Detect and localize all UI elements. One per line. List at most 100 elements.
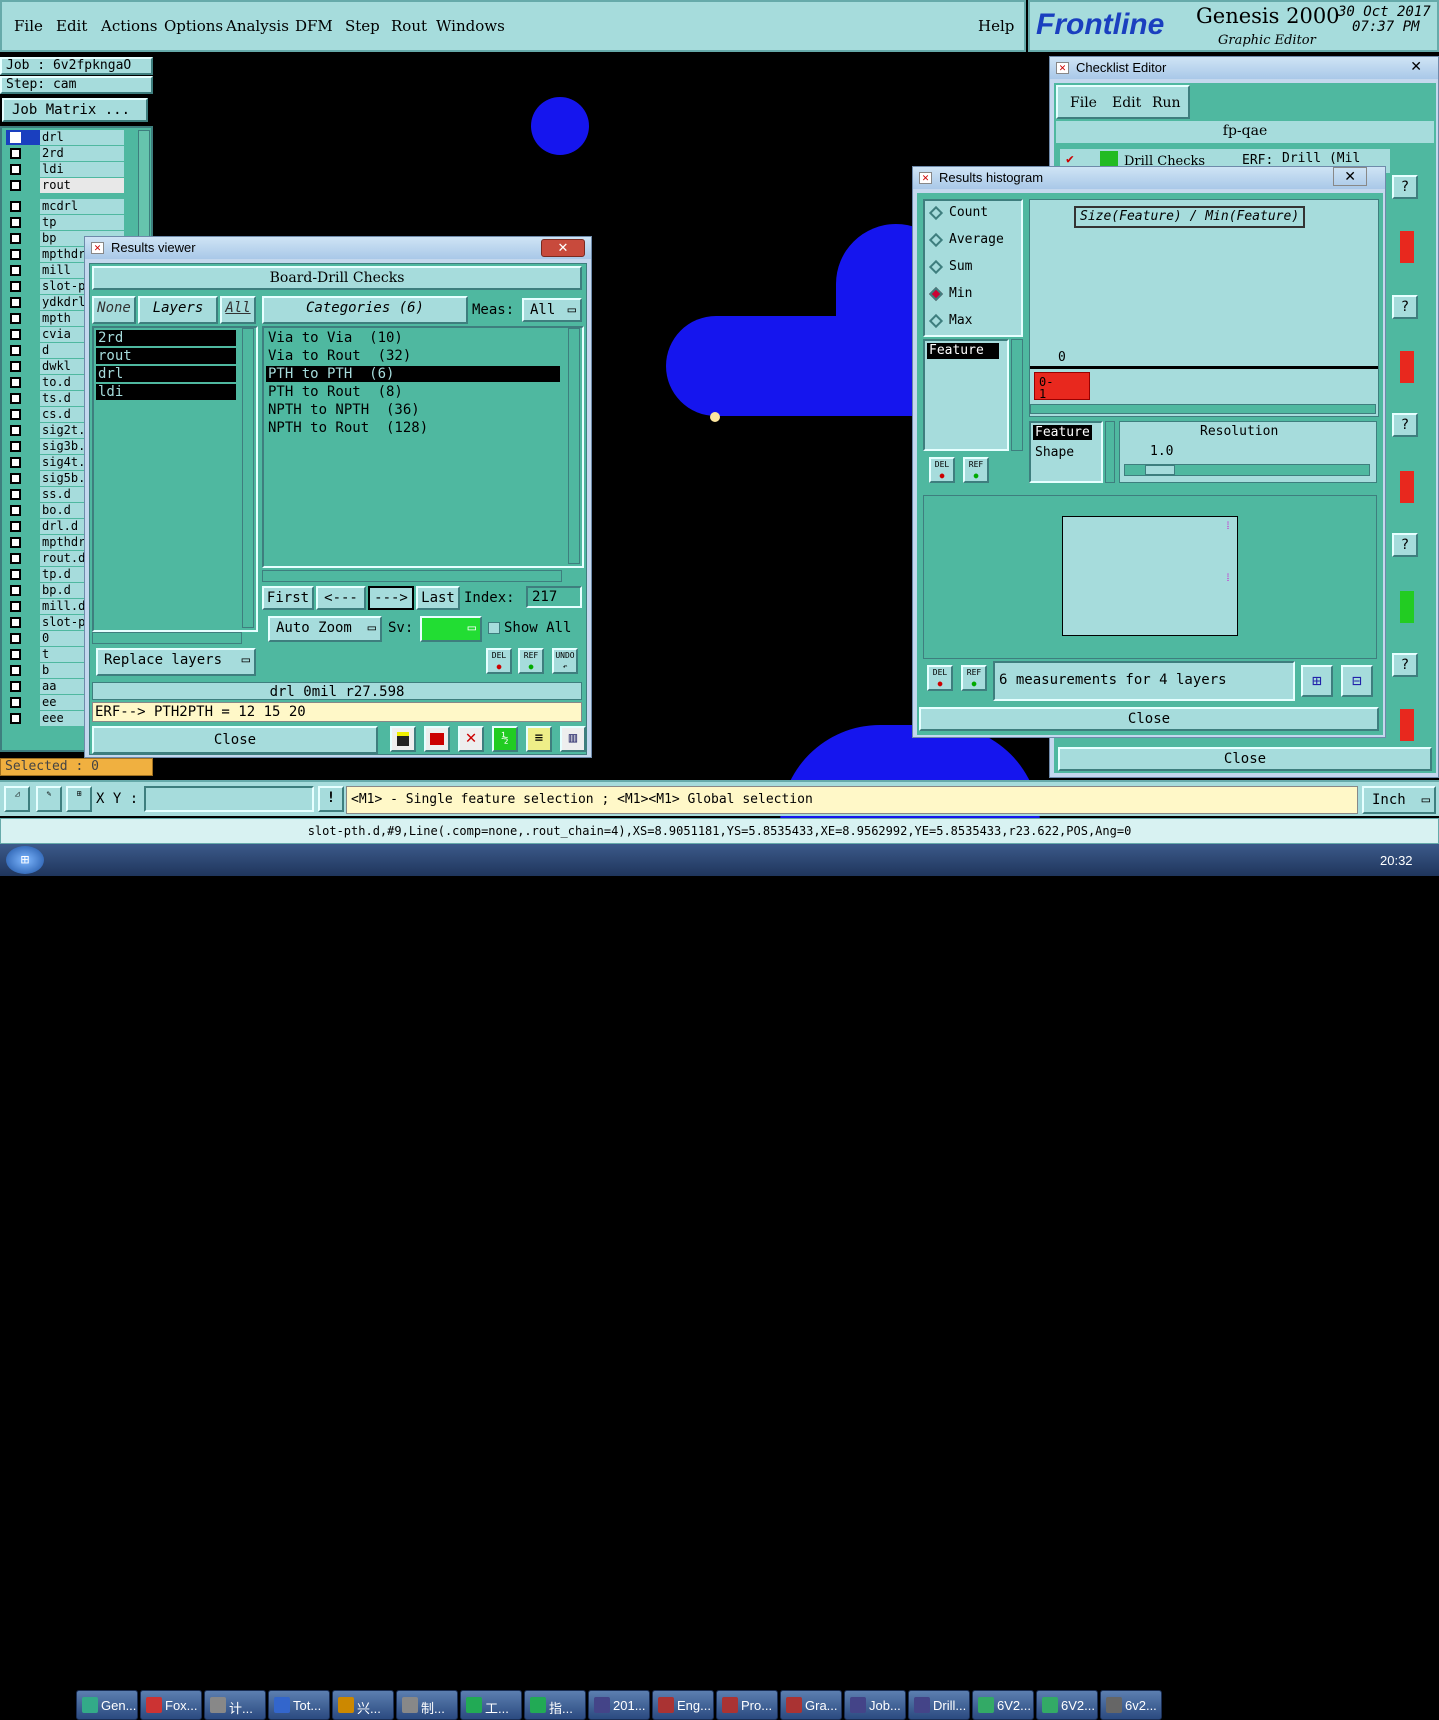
job-matrix-button[interactable]: Job Matrix ... [2, 98, 148, 122]
layer-list-scrollbar[interactable] [242, 328, 254, 628]
layer-checkbox[interactable] [10, 425, 21, 436]
prev-button[interactable]: <--- [316, 586, 366, 610]
histogram-icon[interactable]: ▥ [560, 726, 586, 752]
layer-checkbox[interactable] [10, 180, 21, 191]
taskbar-item[interactable]: Fox... [140, 1690, 202, 1720]
layer-checkbox[interactable] [10, 281, 21, 292]
sv-color-dropdown[interactable]: ▭ [420, 616, 482, 642]
layer-checkbox[interactable] [10, 164, 21, 175]
replace-layers-dropdown[interactable]: Replace layers ▭ [96, 648, 256, 676]
layer-checkbox[interactable] [10, 441, 21, 452]
radio-icon[interactable] [928, 259, 944, 275]
layer-checkbox[interactable] [10, 345, 21, 356]
menu-edit[interactable]: Edit [56, 17, 87, 35]
layer-checkbox[interactable] [10, 457, 21, 468]
taskbar-item[interactable]: 指... [524, 1690, 586, 1720]
taskbar-item[interactable]: Job... [844, 1690, 906, 1720]
xy-input[interactable] [144, 786, 314, 812]
layer-checkbox[interactable] [10, 585, 21, 596]
close-icon[interactable]: ✕ [1333, 167, 1367, 186]
layer-checkbox[interactable] [10, 217, 21, 228]
resolution-slider[interactable] [1124, 464, 1370, 476]
menu-file[interactable]: File [14, 17, 43, 35]
start-icon[interactable]: ⊞ [6, 846, 44, 874]
layer-checkbox[interactable] [10, 633, 21, 644]
layer-checkbox[interactable] [10, 553, 21, 564]
layer-row[interactable]: ldi [6, 162, 124, 177]
layer-hscroll[interactable] [92, 632, 242, 644]
layer-row[interactable]: rout [6, 178, 124, 193]
layer-checkbox[interactable] [10, 377, 21, 388]
layer-checkbox[interactable] [10, 265, 21, 276]
taskbar-item[interactable]: Gra... [780, 1690, 842, 1720]
slider-thumb[interactable] [1145, 465, 1175, 475]
help-button-5[interactable]: ? [1392, 653, 1418, 677]
feature-item[interactable]: Feature [927, 343, 999, 359]
layer-checkbox[interactable] [10, 537, 21, 548]
measure-icon[interactable]: ✎ [36, 786, 62, 812]
side-scrollbar[interactable] [1105, 421, 1115, 483]
taskbar-item[interactable]: 兴... [332, 1690, 394, 1720]
layer-checkbox[interactable] [10, 313, 21, 324]
snap-icon[interactable]: ◿ [4, 786, 30, 812]
one-two-icon[interactable]: ½ [492, 726, 518, 752]
checklist-close-button[interactable]: Close [1058, 747, 1432, 771]
hist-del-icon[interactable]: DEL ● [929, 457, 955, 483]
layer-checkbox[interactable] [10, 329, 21, 340]
radio-icon[interactable] [928, 286, 944, 302]
last-button[interactable]: Last [416, 586, 460, 610]
cl-menu-edit[interactable]: Edit [1112, 95, 1141, 111]
first-button[interactable]: First [262, 586, 314, 610]
layer-checkbox[interactable] [10, 148, 21, 159]
meas-dropdown[interactable]: All ▭ [522, 298, 582, 322]
report-icon[interactable]: ≡ [526, 726, 552, 752]
menu-actions[interactable]: Actions [101, 17, 157, 35]
radio-icon[interactable] [928, 232, 944, 248]
layers-button[interactable]: Layers [138, 296, 218, 324]
taskbar-item[interactable]: 工... [460, 1690, 522, 1720]
category-item[interactable]: PTH to Rout (8) [266, 384, 560, 400]
histogram-close-button[interactable]: Close [919, 707, 1379, 731]
taskbar-item[interactable]: Gen... [76, 1690, 138, 1720]
layer-row[interactable]: drl [6, 130, 124, 145]
stat-option-average[interactable]: Average [928, 232, 1017, 252]
stat-option-max[interactable]: Max [928, 313, 1017, 333]
category-item[interactable]: Via to Rout (32) [266, 348, 560, 364]
auto-zoom-dropdown[interactable]: Auto Zoom ▭ [268, 616, 382, 642]
index-input[interactable]: 217 [526, 586, 582, 608]
layer-checkbox[interactable] [10, 617, 21, 628]
del-icon[interactable]: DEL ● [486, 648, 512, 674]
side-feature[interactable]: Feature [1033, 425, 1092, 440]
taskbar-item[interactable]: Drill... [908, 1690, 970, 1720]
stat-option-count[interactable]: Count [928, 205, 1017, 225]
category-hscroll[interactable] [262, 570, 562, 582]
cl-menu-run[interactable]: Run [1152, 95, 1181, 111]
taskbar-item[interactable]: Pro... [716, 1690, 778, 1720]
radio-icon[interactable] [928, 313, 944, 329]
layer-view-icon[interactable] [424, 726, 450, 752]
layer-checkbox[interactable] [10, 297, 21, 308]
radio-icon[interactable] [928, 205, 944, 221]
layer-checkbox[interactable] [10, 233, 21, 244]
chart-hscroll[interactable] [1030, 404, 1376, 414]
show-all-checkbox[interactable] [488, 622, 500, 634]
zoom-out-icon[interactable]: ⊟ [1341, 665, 1373, 697]
category-scrollbar[interactable] [568, 328, 580, 564]
rout-feature[interactable] [666, 316, 926, 416]
grid-icon[interactable]: ⊞ [66, 786, 92, 812]
category-item[interactable]: Via to Via (10) [266, 330, 560, 346]
layer-checkbox[interactable] [10, 681, 21, 692]
alert-icon[interactable]: ! [318, 786, 344, 812]
rv-layer-item[interactable]: 2rd [96, 330, 236, 346]
layer-checkbox[interactable] [10, 649, 21, 660]
hist-del2-icon[interactable]: DEL ● [927, 665, 953, 691]
taskbar-item[interactable]: 6v2... [1100, 1690, 1162, 1720]
menu-help[interactable]: Help [978, 17, 1014, 35]
layer-checkbox[interactable] [10, 665, 21, 676]
close-icon[interactable]: ✕ [541, 239, 585, 257]
close-icon[interactable]: ✕ [1410, 58, 1422, 75]
feature-scrollbar[interactable] [1011, 339, 1023, 451]
units-dropdown[interactable]: Inch ▭ [1362, 786, 1436, 814]
layer-checkbox[interactable] [10, 249, 21, 260]
board-icon[interactable] [390, 726, 416, 752]
